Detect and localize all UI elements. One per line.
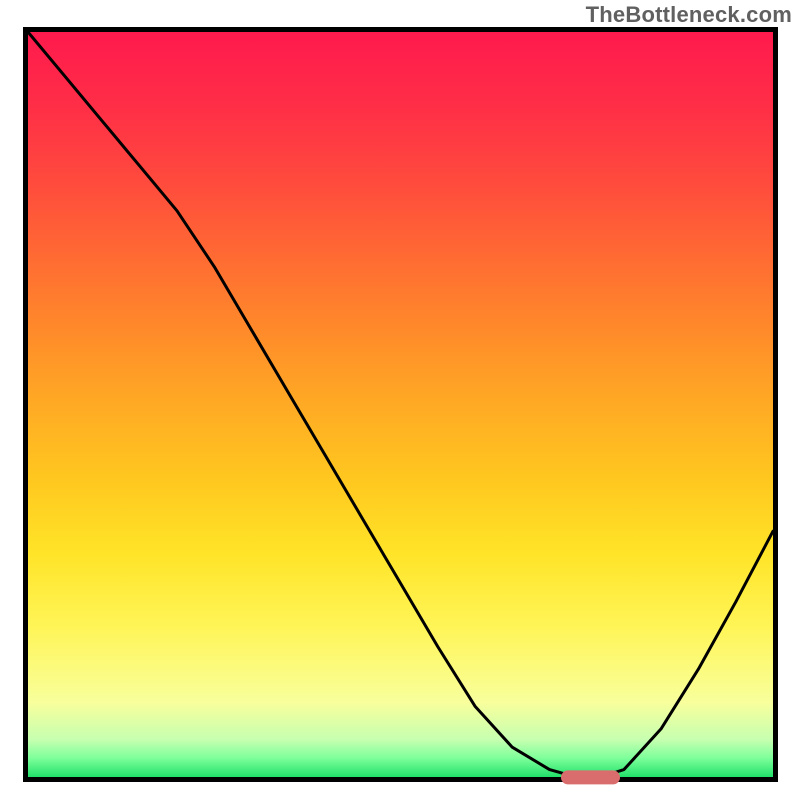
chart-container: TheBottleneck.com [0,0,800,800]
target-marker [561,771,621,785]
watermark-text: TheBottleneck.com [586,2,792,28]
curve-line [28,32,773,777]
plot-frame [23,27,778,782]
plot-inner [28,32,773,777]
